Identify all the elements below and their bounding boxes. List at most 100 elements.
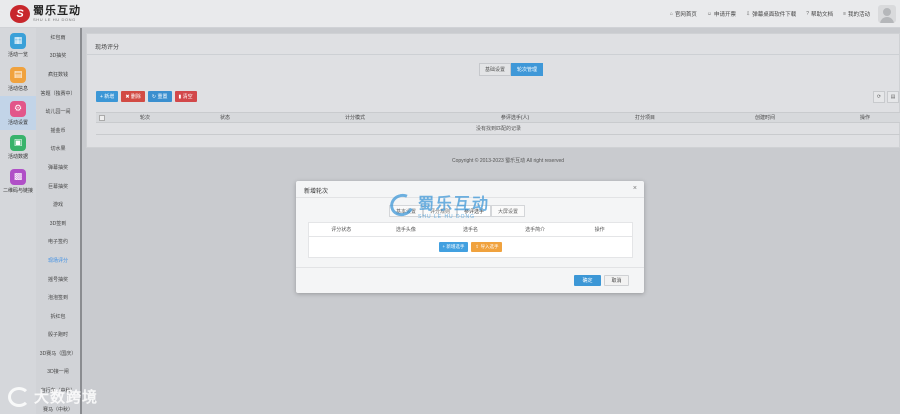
table-header: 轮次 状态 计分模式 参评选手(人) 打分项目 创建时间 操作	[96, 112, 900, 123]
submenu-item[interactable]: 摇金币	[36, 121, 80, 140]
top-nav-label: 弹幕桌面软件下载	[752, 12, 797, 18]
rail-item-label: 活动设置	[7, 119, 28, 126]
submenu-item[interactable]: 3D赛马（国庆）	[36, 344, 80, 363]
select-all-checkbox[interactable]	[99, 114, 105, 121]
brand-logo[interactable]: S 蜀乐互动 SHU LE HU DONG	[10, 5, 81, 23]
corner-watermark: 大数跨境	[8, 386, 98, 407]
top-nav-item[interactable]: ≡ 我的活动	[843, 10, 870, 18]
column-header: 操作	[859, 115, 870, 121]
submenu-item[interactable]: 切水果	[36, 140, 80, 159]
clear-button[interactable]: ▮ 清空	[174, 91, 197, 102]
submenu-item[interactable]: 巨幕抽奖	[36, 177, 80, 196]
qrcode-icon: ▩	[10, 168, 26, 185]
divider	[87, 54, 899, 55]
top-nav-label: 我的活动	[847, 12, 870, 18]
rail-item[interactable]: ▣ 活动数据	[0, 130, 36, 164]
grid-icon: ▦	[10, 32, 26, 49]
empty-message: 没有找到匹配的记录	[96, 123, 900, 135]
import-player-button[interactable]: ⇪ 导入选手	[471, 242, 503, 252]
submenu-item[interactable]: 3D接一闸	[36, 363, 80, 382]
cancel-button[interactable]: 取消	[604, 275, 629, 286]
submenu-item[interactable]: 拆红包	[36, 307, 80, 326]
help-icon: ?	[806, 11, 810, 17]
rail-item[interactable]: ▤ 活动信息	[0, 62, 36, 96]
refresh-icon[interactable]: ⟳	[873, 91, 885, 103]
top-nav-item[interactable]: ⇩ 弹幕桌面软件下载	[746, 10, 796, 18]
rail-item[interactable]: ⚙ 活动设置	[0, 96, 36, 130]
players-column-header: 评分状态	[331, 227, 352, 233]
corner-watermark-text: 大数跨境	[34, 389, 99, 406]
dialog-footer-divider	[296, 267, 644, 268]
column-header: 参评选手(人)	[500, 115, 530, 121]
page-title: 现场评分	[95, 45, 120, 51]
confirm-button[interactable]: 确定	[574, 275, 601, 286]
rail-item[interactable]: ▦ 活动一览	[0, 28, 36, 62]
dialog-tab[interactable]: 大屏设置	[491, 205, 526, 217]
add-button[interactable]: + 新增	[96, 91, 119, 102]
column-header: 创建时间	[754, 115, 775, 121]
watermark-subtext: SHU LE HU DONG	[418, 214, 476, 220]
home-icon: ⌂	[669, 11, 673, 17]
submenu-item[interactable]: 泡泡签到	[36, 288, 80, 307]
submenu-item[interactable]: 电子签约	[36, 233, 80, 252]
submenu-item[interactable]: 3D抽奖	[36, 47, 80, 66]
players-column-header: 选手简介	[525, 227, 546, 233]
logo-name: 蜀乐互动	[33, 5, 81, 17]
watermark-text: 蜀乐互动	[418, 196, 491, 213]
submenu-item[interactable]: 弹幕抽奖	[36, 158, 80, 177]
data-icon: ▣	[10, 134, 26, 151]
settings-tabs: 基础设置 轮次管理	[479, 63, 544, 76]
secondary-sidebar: 红包雨 3D抽奖 疯狂数钱 答题（独赛中） 幼儿园一闹 摇金币 切水果 弹幕抽奖 巨幕抽奖 游戏 3…	[36, 28, 82, 414]
user-icon: ☺	[706, 11, 713, 17]
top-nav-item[interactable]: ☺ 申请开票	[707, 10, 736, 18]
submenu-item[interactable]: 3D签到	[36, 214, 80, 233]
close-icon[interactable]: ×	[633, 185, 637, 192]
submenu-item[interactable]: 疯狂数钱	[36, 65, 80, 84]
submenu-item[interactable]: 答题（独赛中）	[36, 84, 80, 103]
list-icon: ≡	[843, 11, 846, 17]
rounds-table: 轮次 状态 计分模式 参评选手(人) 打分项目 创建时间 操作 没有找到匹配的记录	[96, 112, 900, 135]
submenu-item[interactable]: 红包雨	[36, 28, 80, 47]
top-nav-item[interactable]: ⌂ 官网首页	[670, 10, 697, 18]
reset-button[interactable]: ↻ 重置	[147, 91, 172, 102]
players-column-header: 操作	[594, 227, 605, 233]
table-tools: ⟳ ▤	[873, 91, 899, 103]
primary-sidebar: ▦ 活动一览 ▤ 活动信息 ⚙ 活动设置 ▣ 活动数据 ▩ 二维码与链接	[0, 28, 36, 414]
column-header: 计分模式	[344, 115, 365, 121]
corner-watermark-icon	[8, 386, 30, 407]
players-column-header: 选手名	[462, 227, 478, 233]
top-nav-item[interactable]: ? 帮助文档	[806, 10, 833, 18]
top-nav-label: 申请开票	[714, 12, 737, 18]
rail-item-label: 活动数据	[7, 153, 28, 160]
table-toolbar: + 新增 ✖ 删除 ↻ 重置 ▮ 清空	[96, 91, 197, 102]
user-avatar[interactable]	[878, 5, 896, 23]
players-table: 评分状态 选手头像 选手名 选手简介 操作 + 新增选手 ⇪ 导入选手	[308, 222, 633, 258]
tab-basic-settings[interactable]: 基础设置	[479, 63, 512, 76]
rail-item[interactable]: ▩ 二维码与链接	[0, 164, 36, 198]
tab-round-management[interactable]: 轮次管理	[511, 63, 544, 76]
columns-icon[interactable]: ▤	[887, 91, 899, 103]
watermark-logo: 蜀乐互动 SHU LE HU DONG	[386, 190, 491, 220]
rail-item-label: 二维码与链接	[2, 187, 33, 194]
gear-icon: ⚙	[10, 100, 26, 117]
download-icon: ⇩	[746, 11, 751, 17]
top-nav-label: 帮助文档	[811, 12, 834, 18]
submenu-item[interactable]: 摇号抽奖	[36, 270, 80, 289]
add-player-button[interactable]: + 新增选手	[438, 242, 469, 252]
rail-item-label: 活动一览	[7, 51, 28, 58]
watermark-icon	[386, 190, 418, 220]
info-icon: ▤	[10, 66, 26, 83]
players-column-header: 选手头像	[395, 227, 416, 233]
players-table-header: 评分状态 选手头像 选手名 选手简介 操作	[309, 223, 632, 237]
submenu-item[interactable]: 现场评分	[36, 251, 80, 270]
column-header: 轮次	[139, 115, 150, 121]
submenu-item[interactable]: 游戏	[36, 195, 80, 214]
copyright-text: Copyright © 2013-2023 蜀乐互动 All right res…	[452, 158, 565, 164]
submenu-item[interactable]: 幼儿园一闹	[36, 102, 80, 121]
dialog-title: 新增轮次	[304, 189, 329, 195]
submenu-item[interactable]: 骰子跑时	[36, 326, 80, 345]
delete-button[interactable]: ✖ 删除	[121, 91, 145, 102]
column-header: 打分项目	[634, 115, 655, 121]
main-panel: 现场评分 基础设置 轮次管理 + 新增 ✖ 删除 ↻ 重置 ▮ 清空 ⟳ ▤ 轮次 状态 计分…	[86, 33, 900, 148]
top-header: S 蜀乐互动 SHU LE HU DONG ⌂ 官网首页 ☺ 申请开票 ⇩ 弹幕桌面软件下…	[0, 0, 900, 28]
